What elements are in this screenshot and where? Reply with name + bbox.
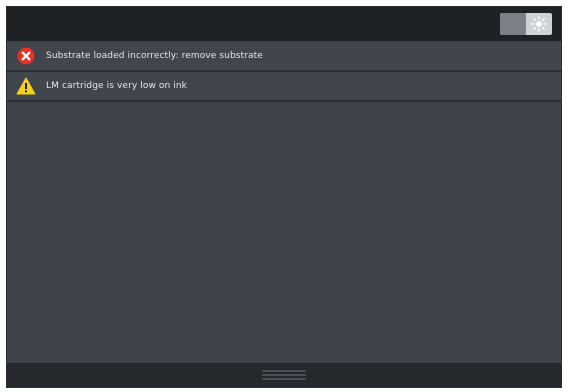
top-bar: [7, 7, 561, 41]
warning-triangle-icon: [16, 76, 36, 96]
printer-front-panel: Substrate loaded incorrectly: remove sub…: [6, 6, 562, 388]
alerts-list: Substrate loaded incorrectly: remove sub…: [7, 42, 561, 102]
brightness-icon: [531, 16, 547, 32]
drag-handle-icon[interactable]: [262, 370, 306, 380]
alert-message: LM cartridge is very low on ink: [46, 81, 187, 91]
alert-row-error[interactable]: Substrate loaded incorrectly: remove sub…: [7, 42, 561, 72]
toggle-on-segment[interactable]: [526, 13, 552, 35]
empty-content-area: [7, 102, 561, 364]
alert-row-warning[interactable]: LM cartridge is very low on ink: [7, 72, 561, 102]
bottom-bar: [7, 363, 561, 387]
alert-message: Substrate loaded incorrectly: remove sub…: [46, 51, 263, 61]
error-circle-x-icon: [16, 46, 36, 66]
toggle-off-segment[interactable]: [500, 13, 526, 35]
display-mode-toggle[interactable]: [500, 13, 552, 35]
